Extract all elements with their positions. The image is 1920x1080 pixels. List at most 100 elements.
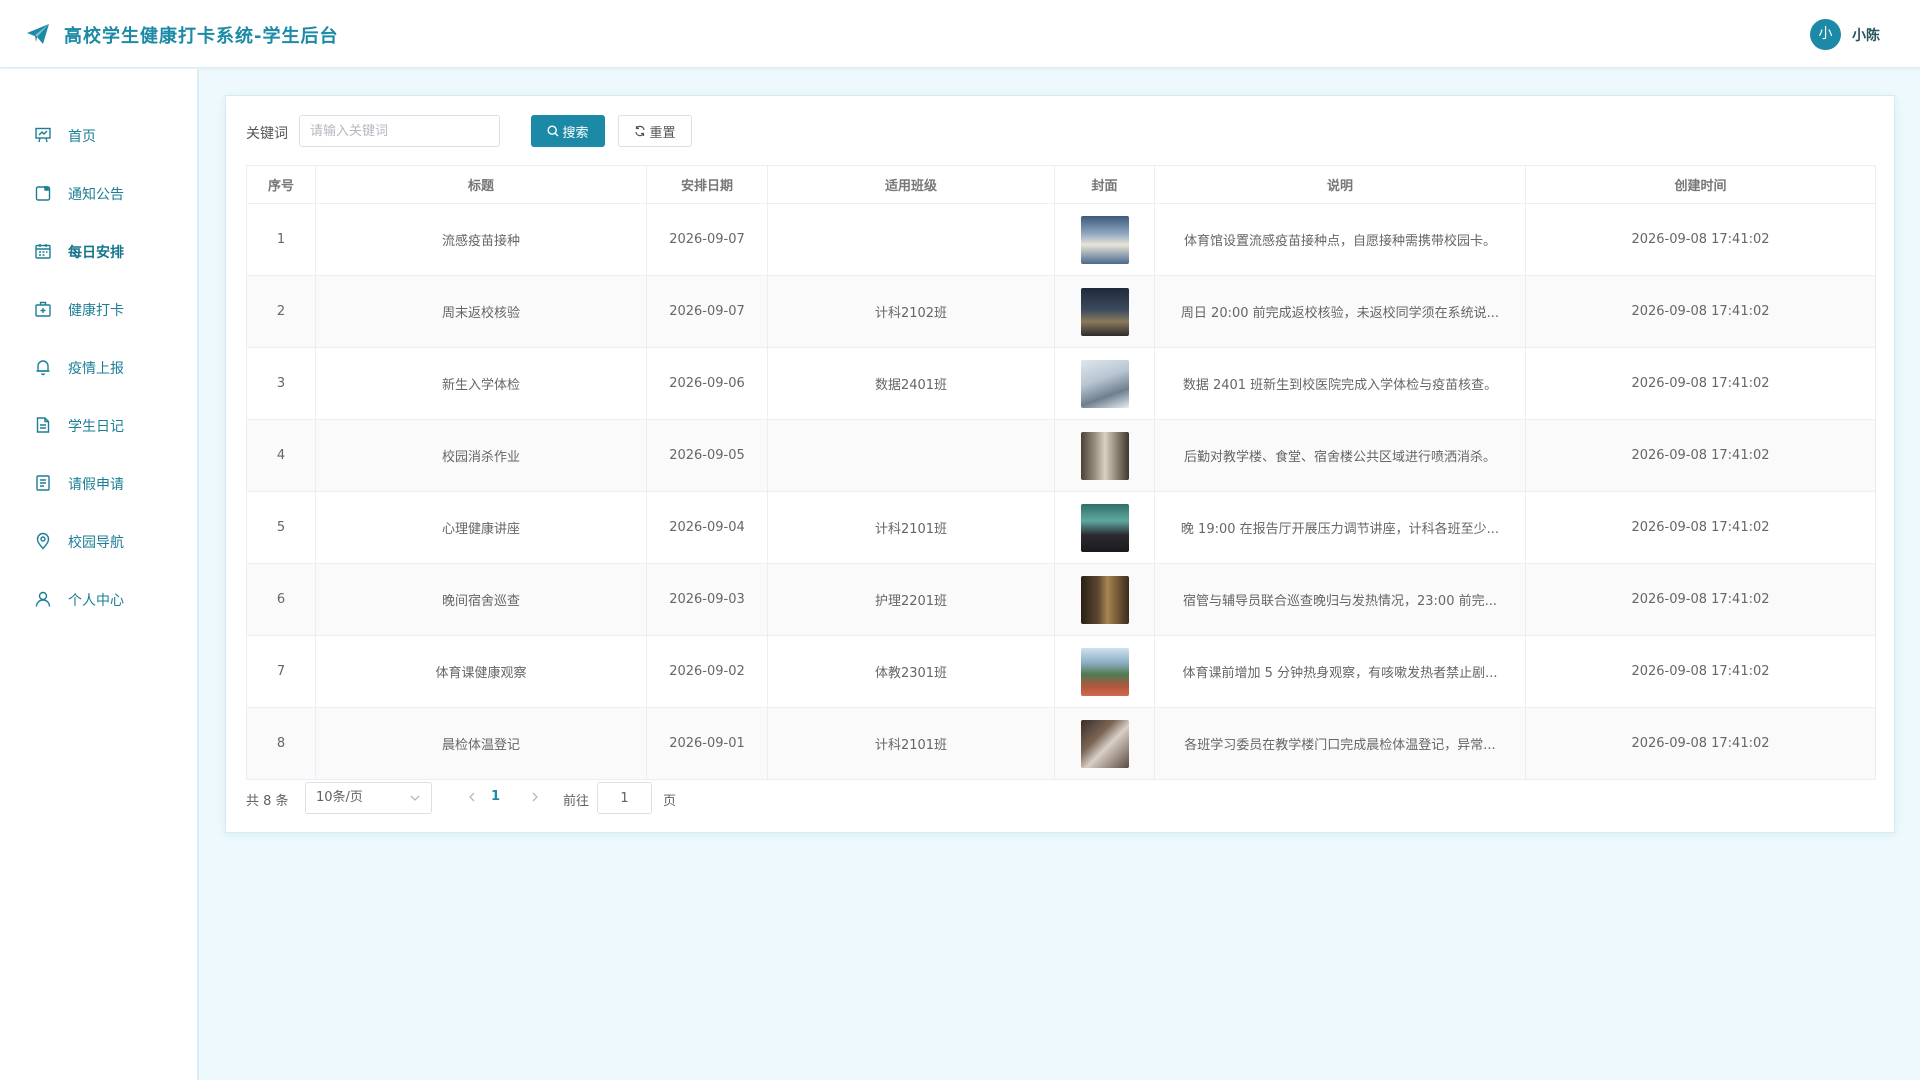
cover-thumbnail[interactable]: [1080, 719, 1129, 768]
keyword-input[interactable]: [299, 115, 500, 147]
cell-class: 计科2102班: [767, 275, 1055, 348]
sidebar-item-leave-request[interactable]: 请假申请: [0, 463, 197, 503]
calendar-icon: [35, 244, 51, 259]
chevron-left-icon[interactable]: [466, 790, 478, 804]
table-row[interactable]: 5 心理健康讲座 2026-09-04 计科2101班 晚 19:00 在报告厅…: [246, 491, 1876, 564]
sidebar-item-label: 通知公告: [68, 187, 124, 203]
chevron-right-icon[interactable]: [529, 790, 541, 804]
sidebar-item-label: 学生日记: [68, 419, 124, 435]
table-header-row: 序号 标题 安排日期 适用班级 封面 说明 创建时间: [246, 165, 1876, 204]
cell-cover: [1054, 419, 1155, 492]
cover-thumbnail[interactable]: [1080, 287, 1129, 336]
username[interactable]: 小陈: [1852, 25, 1880, 45]
sidebar-item-schedule[interactable]: 每日安排: [0, 231, 197, 271]
cell-no: 6: [246, 563, 316, 636]
column-header[interactable]: 序号: [246, 165, 316, 204]
sidebar-item-label: 每日安排: [68, 245, 124, 261]
cell-no: 3: [246, 347, 316, 420]
notice-icon: [35, 186, 51, 201]
sidebar-item-health-checkin[interactable]: 健康打卡: [0, 289, 197, 329]
page-number-current[interactable]: 1: [491, 789, 500, 804]
cover-thumbnail[interactable]: [1080, 359, 1129, 408]
sidebar-item-label: 校园导航: [68, 535, 124, 551]
location-pin-icon: [36, 532, 50, 550]
cell-class: 体教2301班: [767, 635, 1055, 708]
cell-created: 2026-09-08 17:41:02: [1525, 347, 1876, 420]
cell-class: 护理2201班: [767, 563, 1055, 636]
cell-date: 2026-09-07: [646, 275, 768, 348]
table-row[interactable]: 8 晨检体温登记 2026-09-01 计科2101班 各班学习委员在教学楼门口…: [246, 707, 1876, 780]
schedule-table: 序号 标题 安排日期 适用班级 封面 说明 创建时间 1 流感疫苗接种 2026…: [246, 165, 1876, 780]
cell-cover: [1054, 635, 1155, 708]
table-row[interactable]: 4 校园消杀作业 2026-09-05 后勤对教学楼、食堂、宿舍楼公共区域进行喷…: [246, 419, 1876, 492]
pagination: 共 8 条 10条/页 1 前往 页: [246, 782, 846, 814]
total-count: 共 8 条: [246, 794, 289, 809]
cell-cover: [1054, 707, 1155, 780]
cell-class: [767, 203, 1055, 276]
column-header[interactable]: 标题: [315, 165, 647, 204]
cover-thumbnail[interactable]: [1080, 431, 1129, 480]
cell-created: 2026-09-08 17:41:02: [1525, 491, 1876, 564]
cell-title: 流感疫苗接种: [315, 203, 647, 276]
sidebar-item-diary[interactable]: 学生日记: [0, 405, 197, 445]
cell-class: [767, 419, 1055, 492]
cell-date: 2026-09-01: [646, 707, 768, 780]
cell-date: 2026-09-06: [646, 347, 768, 420]
table-row[interactable]: 6 晚间宿舍巡查 2026-09-03 护理2201班 宿管与辅导员联合巡查晚归…: [246, 563, 1876, 636]
table-row[interactable]: 3 新生入学体检 2026-09-06 数据2401班 数据 2401 班新生到…: [246, 347, 1876, 420]
table-row[interactable]: 2 周末返校核验 2026-09-07 计科2102班 周日 20:00 前完成…: [246, 275, 1876, 348]
chevron-down-icon: [410, 795, 420, 801]
bell-icon: [36, 360, 50, 376]
table-row[interactable]: 1 流感疫苗接种 2026-09-07 体育馆设置流感疫苗接种点，自愿接种需携带…: [246, 203, 1876, 276]
column-header[interactable]: 适用班级: [767, 165, 1055, 204]
cell-desc: 宿管与辅导员联合巡查晚归与发热情况，23:00 前完...: [1154, 563, 1526, 636]
column-header[interactable]: 说明: [1154, 165, 1526, 204]
column-header[interactable]: 封面: [1054, 165, 1155, 204]
sidebar-item-campus-nav[interactable]: 校园导航: [0, 521, 197, 561]
cell-desc: 后勤对教学楼、食堂、宿舍楼公共区域进行喷洒消杀。: [1154, 419, 1526, 492]
cover-thumbnail[interactable]: [1080, 215, 1129, 264]
cell-no: 4: [246, 419, 316, 492]
cell-cover: [1054, 275, 1155, 348]
sidebar-item-profile[interactable]: 个人中心: [0, 579, 197, 619]
document-icon: [36, 417, 50, 433]
sidebar-item-notice[interactable]: 通知公告: [0, 173, 197, 213]
reset-button[interactable]: 重置: [618, 115, 692, 147]
cell-date: 2026-09-07: [646, 203, 768, 276]
cell-date: 2026-09-02: [646, 635, 768, 708]
goto-label: 前往: [563, 794, 590, 809]
avatar[interactable]: 小: [1810, 19, 1841, 50]
cell-title: 晚间宿舍巡查: [315, 563, 647, 636]
cell-cover: [1054, 491, 1155, 564]
cell-desc: 各班学习委员在教学楼门口完成晨检体温登记，异常...: [1154, 707, 1526, 780]
user-icon: [35, 591, 51, 607]
cell-desc: 周日 20:00 前完成返校核验，未返校同学须在系统说...: [1154, 275, 1526, 348]
search-button[interactable]: 搜索: [531, 115, 605, 147]
sidebar-item-label: 请假申请: [68, 477, 124, 493]
sidebar-item-label: 健康打卡: [68, 303, 124, 319]
dashboard-icon: [35, 127, 51, 143]
cell-desc: 晚 19:00 在报告厅开展压力调节讲座，计科各班至少...: [1154, 491, 1526, 564]
table-row[interactable]: 7 体育课健康观察 2026-09-02 体教2301班 体育课前增加 5 分钟…: [246, 635, 1876, 708]
cell-created: 2026-09-08 17:41:02: [1525, 419, 1876, 492]
sidebar-item-label: 个人中心: [68, 593, 124, 609]
cell-cover: [1054, 347, 1155, 420]
sidebar-item-home[interactable]: 首页: [0, 115, 197, 155]
search-icon: [547, 125, 559, 137]
cell-date: 2026-09-04: [646, 491, 768, 564]
sidebar-item-label: 首页: [68, 129, 96, 145]
cell-title: 校园消杀作业: [315, 419, 647, 492]
column-header[interactable]: 创建时间: [1525, 165, 1876, 204]
cover-thumbnail[interactable]: [1080, 503, 1129, 552]
cover-thumbnail[interactable]: [1080, 575, 1129, 624]
page-size-select[interactable]: 10条/页: [305, 782, 432, 814]
sidebar-item-epidemic-report[interactable]: 疫情上报: [0, 347, 197, 387]
app-title: 高校学生健康打卡系统-学生后台: [64, 26, 339, 47]
paper-plane-icon: [27, 24, 49, 44]
cell-title: 晨检体温登记: [315, 707, 647, 780]
cover-thumbnail[interactable]: [1080, 647, 1129, 696]
cell-created: 2026-09-08 17:41:02: [1525, 707, 1876, 780]
goto-page-input[interactable]: [597, 782, 652, 814]
cell-title: 新生入学体检: [315, 347, 647, 420]
column-header[interactable]: 安排日期: [646, 165, 768, 204]
